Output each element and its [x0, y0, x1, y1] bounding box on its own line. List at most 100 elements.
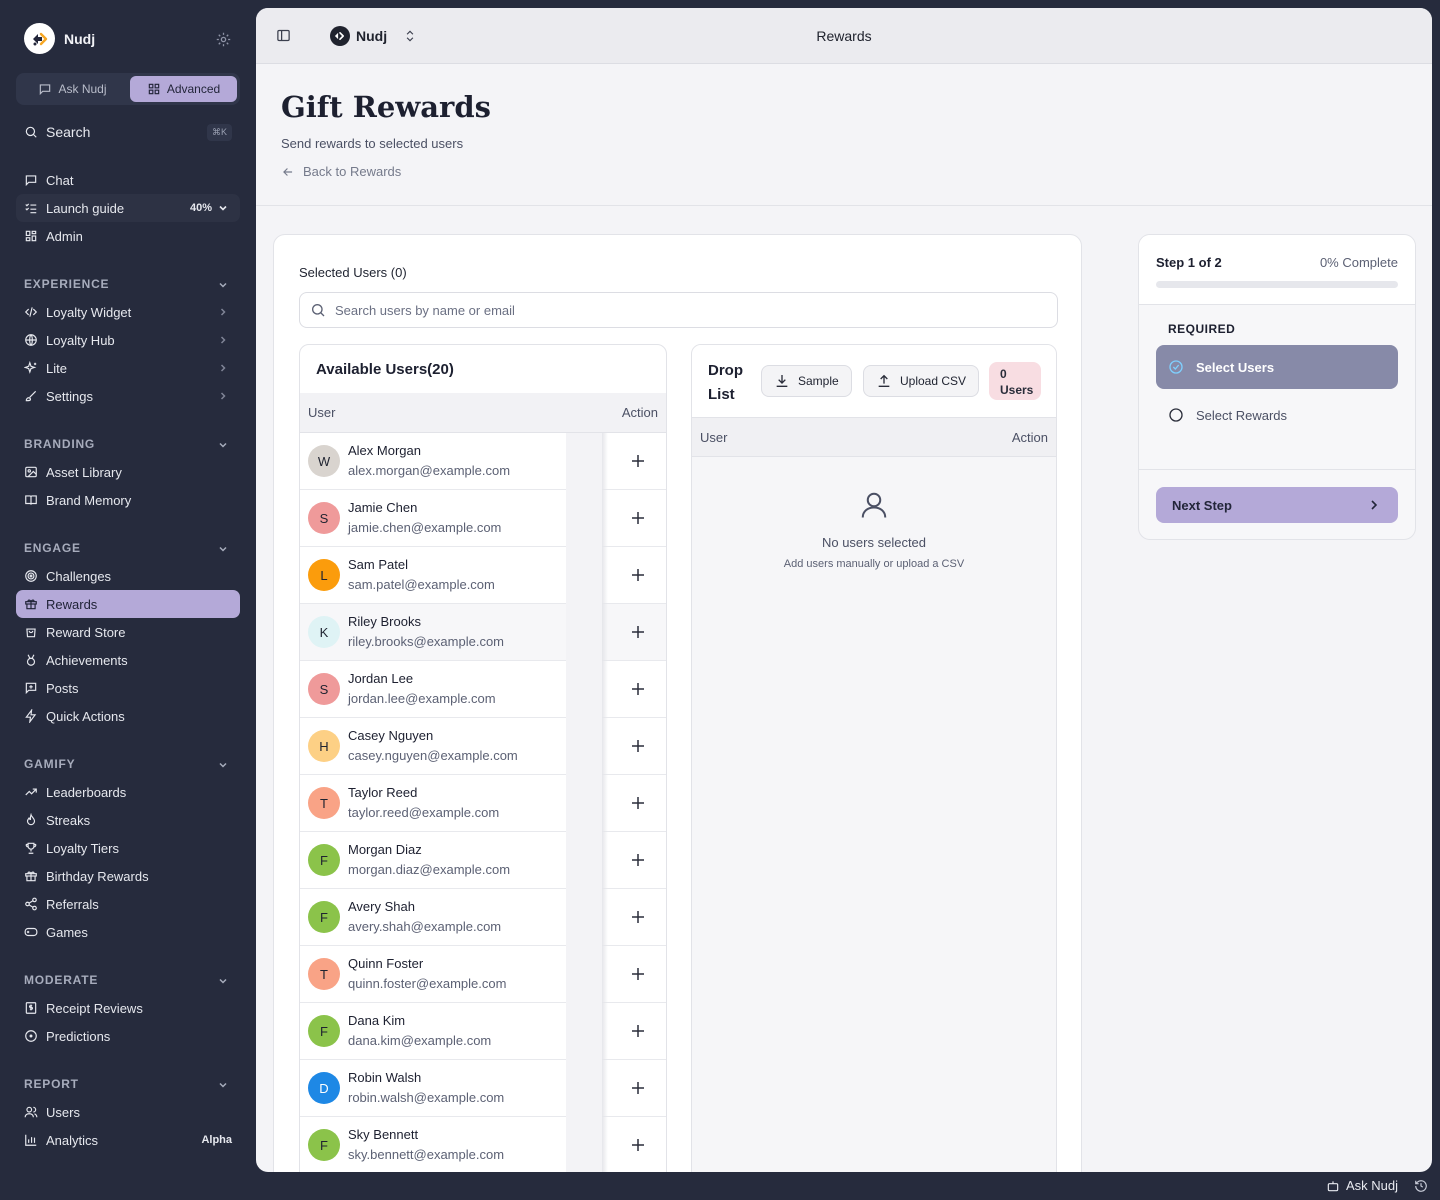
sidebar-item-rewards[interactable]: Rewards [16, 590, 240, 618]
download-icon [776, 375, 788, 387]
add-user-plus-icon[interactable] [630, 909, 646, 925]
sidebar-item-asset-library[interactable]: Asset Library [16, 458, 240, 486]
add-user-plus-icon[interactable] [630, 738, 646, 754]
target-icon [25, 570, 37, 582]
avatar: F [308, 1015, 340, 1047]
user-name: Sam Patel [348, 557, 408, 572]
column-action: Action [1011, 429, 1048, 445]
ask-nudj-button[interactable]: Ask Nudj [1326, 1178, 1398, 1193]
sidebar-item-loyalty-tiers[interactable]: Loyalty Tiers [16, 834, 240, 862]
add-user-plus-icon[interactable] [630, 453, 646, 469]
sidebar-item-label: Challenges [46, 568, 112, 584]
circle-dot-icon [25, 1030, 37, 1042]
sidebar-section-moderate: MODERATE Receipt Reviews Predictions [16, 970, 240, 1050]
sidebar-item-brand-memory[interactable]: Brand Memory [16, 486, 240, 514]
avatar: L [308, 559, 340, 591]
dashboard-icon [25, 230, 37, 242]
sidebar-item-streaks[interactable]: Streaks [16, 806, 240, 834]
user-search-input[interactable] [335, 302, 935, 318]
section-header-experience[interactable]: EXPERIENCE [16, 274, 240, 294]
chevron-down-icon[interactable] [218, 203, 228, 213]
table-row: F Avery Shah avery.shah@example.com [300, 889, 666, 946]
step-select-users[interactable]: Select Users [1156, 345, 1398, 389]
sidebar-item-lite[interactable]: Lite [16, 354, 240, 382]
sidebar-item-achievements[interactable]: Achievements [16, 646, 240, 674]
section-header-engage[interactable]: ENGAGE [16, 538, 240, 558]
row-stripe [566, 832, 602, 889]
row-shadow [602, 718, 608, 775]
sidebar-item-admin[interactable]: Admin [16, 222, 240, 250]
sidebar-item-users[interactable]: Users [16, 1098, 240, 1126]
workspace-brand[interactable]: Nudj [24, 23, 95, 54]
brush-icon [25, 390, 37, 402]
empty-state: No users selected Add users manually or … [692, 490, 1056, 570]
section-title: EXPERIENCE [24, 277, 110, 291]
row-shadow [602, 490, 608, 547]
table-row: K Riley Brooks riley.brooks@example.com [300, 604, 666, 661]
sidebar-item-referrals[interactable]: Referrals [16, 890, 240, 918]
avatar: H [308, 730, 340, 762]
row-stripe [566, 775, 602, 832]
user-name: Alex Morgan [348, 443, 421, 458]
sidebar-search[interactable]: Search ⌘K [24, 122, 232, 142]
table-row: S Jamie Chen jamie.chen@example.com [300, 490, 666, 547]
column-action: Action [621, 405, 658, 420]
section-header-moderate[interactable]: MODERATE [16, 970, 240, 990]
sidebar-item-analytics[interactable]: Analytics Alpha [16, 1126, 240, 1154]
add-user-plus-icon[interactable] [630, 567, 646, 583]
back-to-rewards-link[interactable]: Back to Rewards [281, 164, 401, 179]
sidebar-item-predictions[interactable]: Predictions [16, 1022, 240, 1050]
add-user-plus-icon[interactable] [630, 1023, 646, 1039]
sidebar-item-leaderboards[interactable]: Leaderboards [16, 778, 240, 806]
sidebar-item-quick-actions[interactable]: Quick Actions [16, 702, 240, 730]
table-row: F Dana Kim dana.kim@example.com [300, 1003, 666, 1060]
step-select-rewards[interactable]: Select Rewards [1156, 393, 1398, 437]
top-bar: Nudj Rewards [256, 8, 1432, 64]
sidebar-item-chat[interactable]: Chat [16, 166, 240, 194]
user-name: Jamie Chen [348, 500, 418, 515]
user-name: Robin Walsh [348, 1070, 422, 1085]
add-user-plus-icon[interactable] [630, 624, 646, 640]
add-user-plus-icon[interactable] [630, 510, 646, 526]
sidebar-item-loyalty-hub[interactable]: Loyalty Hub [16, 326, 240, 354]
user-email: riley.brooks@example.com [348, 634, 505, 649]
sidebar-item-reward-store[interactable]: Reward Store [16, 618, 240, 646]
sidebar-item-settings[interactable]: Settings [16, 382, 240, 410]
add-user-plus-icon[interactable] [630, 966, 646, 982]
upload-csv-button[interactable]: Upload CSV [863, 365, 980, 397]
sidebar-item-birthday-rewards[interactable]: Birthday Rewards [16, 862, 240, 890]
column-user: User [308, 405, 336, 420]
required-label: REQUIRED [1168, 322, 1236, 336]
sidebar-item-challenges[interactable]: Challenges [16, 562, 240, 590]
row-stripe [566, 490, 602, 547]
gear-icon[interactable] [215, 31, 232, 48]
add-user-plus-icon[interactable] [630, 1137, 646, 1153]
add-user-plus-icon[interactable] [630, 1080, 646, 1096]
step-counter: Step 1 of 2 [1156, 255, 1222, 270]
sidebar-top-nav: Chat Launch guide 40% Admin [16, 166, 240, 250]
sidebar-item-loyalty-widget[interactable]: Loyalty Widget [16, 298, 240, 326]
receipt-icon [25, 1002, 37, 1014]
sidebar-item-launch-guide[interactable]: Launch guide 40% [16, 194, 240, 222]
ask-nudj-mode-button[interactable]: Ask Nudj [19, 76, 126, 102]
download-sample-button[interactable]: Sample [761, 365, 852, 397]
next-step-button[interactable]: Next Step [1156, 487, 1398, 523]
sidebar-item-receipt-reviews[interactable]: Receipt Reviews [16, 994, 240, 1022]
section-header-report[interactable]: REPORT [16, 1074, 240, 1094]
avatar: F [308, 844, 340, 876]
trophy-icon [25, 842, 37, 854]
sidebar-section-report: REPORT Users Analytics Alpha [16, 1074, 240, 1154]
sidebar-section-gamify: GAMIFY Leaderboards Streaks Loyalty Tier… [16, 754, 240, 946]
add-user-plus-icon[interactable] [630, 795, 646, 811]
user-name: Dana Kim [348, 1013, 406, 1028]
sidebar-item-posts[interactable]: Posts [16, 674, 240, 702]
add-user-plus-icon[interactable] [630, 681, 646, 697]
section-header-gamify[interactable]: GAMIFY [16, 754, 240, 774]
add-user-plus-icon[interactable] [630, 852, 646, 868]
history-icon[interactable] [1414, 1179, 1428, 1193]
section-header-branding[interactable]: BRANDING [16, 434, 240, 454]
bot-icon [1327, 1180, 1339, 1191]
user-name: Sky Bennett [348, 1127, 419, 1142]
advanced-mode-button[interactable]: Advanced [130, 76, 237, 102]
sidebar-item-games[interactable]: Games [16, 918, 240, 946]
